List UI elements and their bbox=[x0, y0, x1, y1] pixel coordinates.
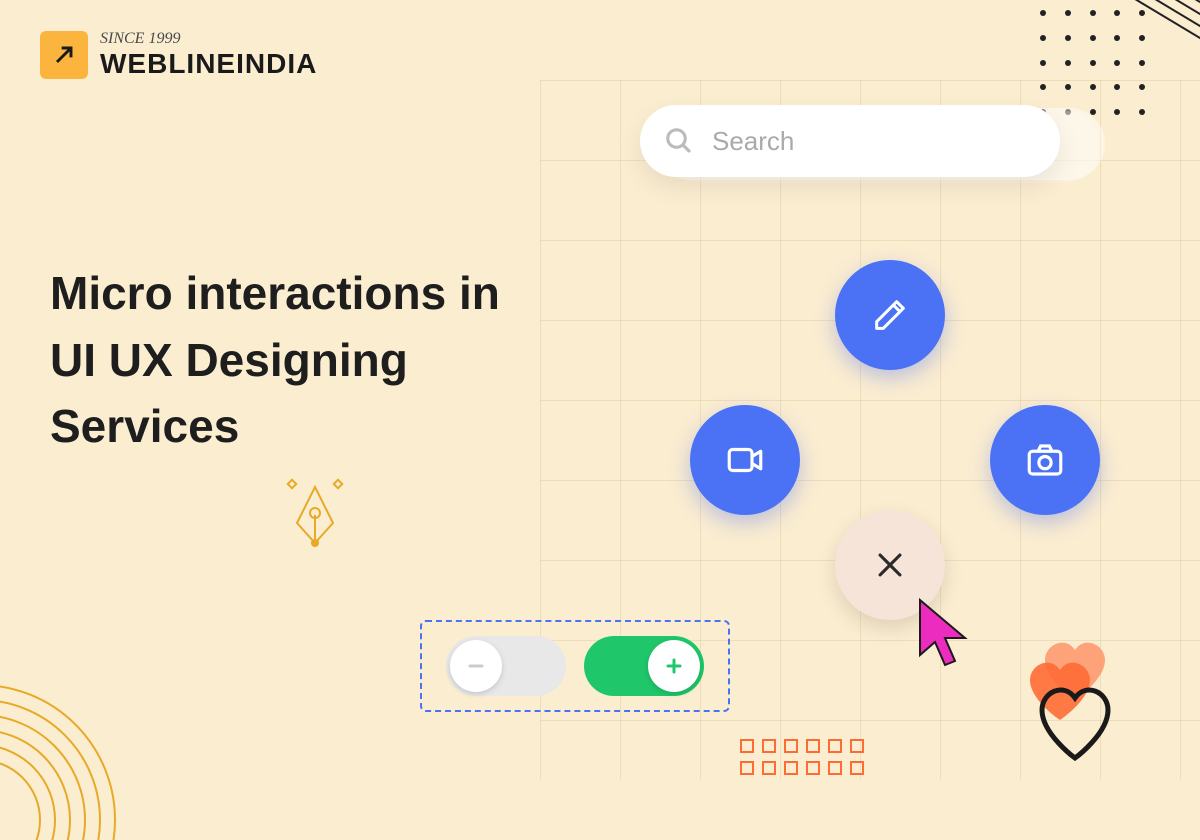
toggle-showcase bbox=[420, 620, 730, 712]
search-icon bbox=[664, 126, 694, 156]
search-container: Search bbox=[640, 105, 1060, 177]
toggle-knob bbox=[648, 640, 700, 692]
toggle-knob bbox=[450, 640, 502, 692]
pen-tool-icon bbox=[275, 475, 355, 555]
toggle-off[interactable] bbox=[446, 636, 566, 696]
video-button[interactable] bbox=[690, 405, 800, 515]
arrow-icon bbox=[40, 31, 88, 79]
hearts-decoration bbox=[1000, 630, 1150, 780]
minus-icon bbox=[464, 654, 488, 678]
search-input[interactable]: Search bbox=[640, 105, 1060, 177]
page-title: Micro interactions in UI UX Designing Se… bbox=[50, 260, 550, 460]
brand-name: WEBLINEINDIA bbox=[100, 48, 317, 80]
search-placeholder: Search bbox=[712, 126, 794, 157]
plus-icon bbox=[662, 654, 686, 678]
squares-decoration bbox=[740, 739, 864, 775]
arcs-decoration bbox=[0, 660, 140, 840]
cursor-icon bbox=[910, 595, 980, 675]
video-icon bbox=[724, 439, 766, 481]
dots-decoration bbox=[1040, 10, 1150, 120]
camera-button[interactable] bbox=[990, 405, 1100, 515]
brand-logo: SINCE 1999 WEBLINEINDIA bbox=[40, 30, 317, 80]
pencil-icon bbox=[870, 295, 910, 335]
edit-button[interactable] bbox=[835, 260, 945, 370]
toggle-on[interactable] bbox=[584, 636, 704, 696]
camera-icon bbox=[1024, 439, 1066, 481]
brand-since: SINCE 1999 bbox=[100, 30, 317, 48]
close-icon bbox=[873, 548, 907, 582]
fab-menu bbox=[680, 260, 1100, 640]
